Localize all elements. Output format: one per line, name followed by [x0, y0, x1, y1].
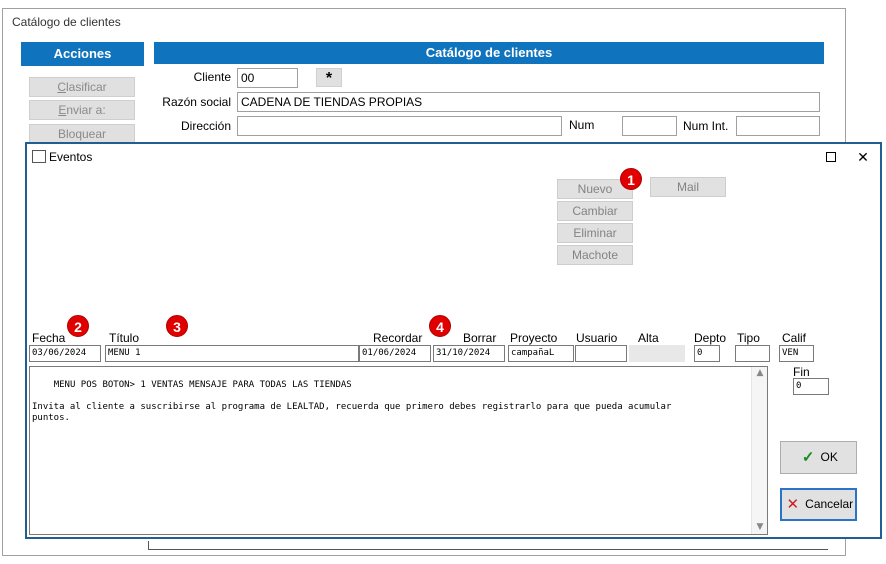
eliminar-button[interactable]: Eliminar: [557, 223, 633, 243]
star-button[interactable]: *: [316, 68, 342, 87]
num-int-field[interactable]: [736, 116, 820, 136]
notes-scrollbar[interactable]: ▲ ▼: [751, 367, 767, 534]
direccion-field[interactable]: [237, 116, 562, 136]
recordar-label: Recordar: [373, 331, 423, 345]
cliente-field[interactable]: 00: [237, 68, 298, 88]
ok-label: OK: [820, 450, 838, 464]
dialog-titlebar: Eventos ✕: [27, 144, 880, 172]
enviar-a-button[interactable]: Enviar a:: [29, 100, 135, 120]
close-button[interactable]: ✕: [849, 146, 877, 168]
acciones-header: Acciones: [21, 42, 144, 66]
window-title: Catálogo de clientes: [12, 15, 121, 29]
event-notes-textarea[interactable]: MENU POS BOTON> 1 VENTAS MENSAJE PARA TO…: [29, 366, 768, 535]
borrar-field[interactable]: 31/10/2024: [433, 345, 505, 362]
ok-button[interactable]: ✓ OK: [780, 441, 857, 474]
tipo-field[interactable]: [735, 345, 770, 362]
clasificar-button[interactable]: Clasificar: [29, 77, 135, 97]
num-label: Num: [569, 118, 595, 132]
proyecto-field[interactable]: campañaL: [508, 345, 574, 362]
bloquear-label: Bloquear: [57, 127, 107, 141]
fin-field[interactable]: 0: [793, 378, 829, 395]
maximize-icon: [826, 152, 836, 162]
fin-label: Fin: [793, 365, 810, 379]
titulo-field[interactable]: MENU 1: [105, 345, 359, 362]
bloquear-button[interactable]: Bloquear: [29, 124, 135, 144]
eventos-dialog: Eventos ✕ Nuevo Cambiar Eliminar Machote…: [25, 142, 882, 539]
badge-2: 2: [67, 315, 89, 337]
usuario-label: Usuario: [576, 331, 618, 345]
scroll-down-icon[interactable]: ▼: [752, 522, 767, 533]
badge-1: 1: [620, 168, 642, 190]
razon-social-field[interactable]: CADENA DE TIENDAS PROPIAS: [237, 92, 820, 112]
fecha-field[interactable]: 03/06/2024: [29, 345, 101, 362]
recordar-field[interactable]: 01/06/2024: [359, 345, 431, 362]
calif-label: Calif: [782, 331, 807, 345]
scroll-up-icon[interactable]: ▲: [752, 368, 767, 379]
cliente-label: Cliente: [193, 70, 231, 84]
razon-social-label: Razón social: [162, 95, 231, 109]
cambiar-button[interactable]: Cambiar: [557, 201, 633, 221]
proyecto-label: Proyecto: [510, 331, 558, 345]
num-field[interactable]: [622, 116, 677, 136]
fecha-label: Fecha: [32, 331, 66, 345]
tipo-label: Tipo: [737, 331, 760, 345]
cancel-button[interactable]: ✕ Cancelar: [780, 488, 857, 521]
enviar-label: nviar a:: [66, 103, 106, 117]
clasificar-accel: C: [57, 80, 66, 94]
alta-label: Alta: [638, 331, 659, 345]
close-icon: ✕: [857, 149, 869, 165]
borrar-label: Borrar: [463, 331, 497, 345]
depto-field[interactable]: 0: [694, 345, 720, 362]
num-int-label: Num Int.: [683, 119, 729, 133]
cancel-label: Cancelar: [805, 497, 854, 511]
checkmark-icon: ✓: [801, 449, 815, 467]
alta-field: [629, 345, 685, 362]
calif-field[interactable]: VEN: [779, 345, 814, 362]
grid-edge: [148, 541, 828, 550]
cancel-x-icon: ✕: [786, 496, 800, 514]
depto-label: Depto: [694, 331, 727, 345]
dialog-title: Eventos: [49, 150, 93, 164]
maximize-button[interactable]: [817, 146, 845, 168]
badge-4: 4: [429, 315, 451, 337]
usuario-field[interactable]: [575, 345, 627, 362]
direccion-label: Dirección: [180, 119, 231, 133]
titulo-label: Título: [109, 331, 140, 345]
event-notes-text: MENU POS BOTON> 1 VENTAS MENSAJE PARA TO…: [32, 380, 672, 423]
window-icon[interactable]: [32, 150, 46, 163]
badge-3: 3: [166, 315, 188, 337]
catalogo-header: Catálogo de clientes: [154, 42, 824, 64]
clasificar-label: lasificar: [65, 80, 107, 94]
machote-button[interactable]: Machote: [557, 245, 633, 265]
mail-button[interactable]: Mail: [650, 177, 726, 197]
